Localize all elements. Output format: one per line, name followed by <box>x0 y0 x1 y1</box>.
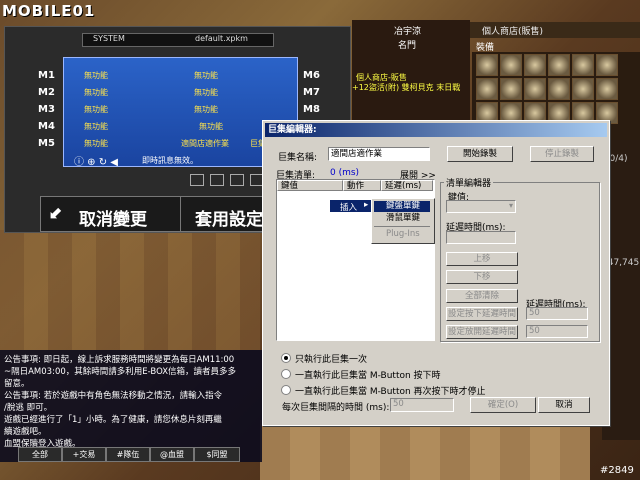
chat-window: 公告事項: 即日起，線上訴求服務時間將變更為每日AM11:00 ~隔日AM03:… <box>0 350 262 462</box>
delay-field[interactable] <box>446 231 516 244</box>
menu-separator <box>374 226 430 227</box>
col-delay[interactable]: 延遲(ms) <box>381 180 433 191</box>
m5-assign[interactable]: 無功能 <box>84 138 108 149</box>
m7-assign[interactable]: 無功能 <box>194 87 218 98</box>
menu-plugins[interactable]: Plug-Ins <box>374 229 430 240</box>
m6-label: M6 <box>303 70 320 81</box>
dialog-titlebar[interactable]: 巨集編輯器: <box>265 123 607 137</box>
profile-file: default.xpkm <box>195 34 248 43</box>
macro-name-field[interactable]: 適間店適作業 <box>328 147 430 161</box>
move-up-button[interactable]: 上移 <box>446 252 518 266</box>
set-press-delay-button[interactable]: 設定按下延遲時間 <box>446 307 518 321</box>
m1-label: M1 <box>38 70 55 81</box>
clear-all-button[interactable]: 全部清除 <box>446 289 518 303</box>
npc-name: 冶宇涼 <box>394 27 422 37</box>
chat-tab-trade[interactable]: +交易 <box>62 447 106 462</box>
chat-line: 公告事項: 即日起，線上訴求服務時間將變更為每日AM11:00 <box>4 355 235 365</box>
submenu-arrow-icon: ▸ <box>364 200 369 210</box>
status-text: 即時訊息無效。 <box>142 156 198 165</box>
key-dropdown[interactable]: ▾ <box>446 200 516 213</box>
m6-assign[interactable]: 無功能 <box>194 70 218 81</box>
m4-label: M4 <box>38 121 55 132</box>
menu-insert[interactable]: 插入 ▸ <box>330 200 372 213</box>
radio-run-until-toggle-label: 一直執行此巨集當 M-Button 再次按下時才停止 <box>295 387 486 397</box>
stop-record-button[interactable]: 停止錄製 <box>530 146 594 162</box>
store-title: 個人商店(販售) <box>482 27 544 37</box>
col-key[interactable]: 鍵值 <box>277 180 343 191</box>
shop-sign-items: +12盜活(附) 雙柯貝克 末日戰 <box>352 83 461 92</box>
m2-assign[interactable]: 無功能 <box>84 87 108 98</box>
m3-assign[interactable]: 無功能 <box>84 104 108 115</box>
m4-assign[interactable]: 無功能 <box>84 121 108 132</box>
menu-insert-label: 插入 <box>340 203 358 213</box>
store-header: 個人商店(販售) <box>470 22 640 38</box>
cancel-button[interactable]: 取消 <box>538 397 590 413</box>
macro-name-label: 巨集名稱: <box>278 153 318 163</box>
chat-line: /脫逃 即可。 <box>4 403 53 413</box>
m9-assign[interactable]: 無功能 <box>199 121 223 132</box>
start-record-button[interactable]: 開始錄製 <box>447 146 513 162</box>
m7-label: M7 <box>303 87 320 98</box>
m5-label: M5 <box>38 138 55 149</box>
apply-settings-button[interactable]: 套用設定 <box>180 196 266 232</box>
chat-tabs: 全部 +交易 #隊伍 @血盟 $同盟 <box>18 447 240 462</box>
m8-assign[interactable]: 無功能 <box>194 104 218 115</box>
floor-tiles-lower <box>260 420 590 480</box>
m3-label: M3 <box>38 104 55 115</box>
press-delay-spin[interactable]: 50 <box>526 307 588 320</box>
cancel-changes-button[interactable]: 取消變更 ⬋ <box>40 196 182 232</box>
interval-field[interactable]: 50 <box>390 398 454 412</box>
apply-settings-label: 套用設定 <box>195 210 263 230</box>
ok-button[interactable]: 確定(O) <box>470 397 536 413</box>
xpk-system-bar: SYSTEM default.xpkm <box>82 33 274 47</box>
m8-label: M8 <box>303 104 320 115</box>
radio-run-while-held[interactable] <box>281 369 291 379</box>
macro-total-time: 0 (ms) <box>330 168 360 178</box>
mobile01-logo: MOBILE01 <box>2 2 96 20</box>
list-editor-label: 清單編輯器 <box>444 176 494 189</box>
radio-run-once[interactable] <box>281 353 291 363</box>
release-delay-spin[interactable]: 50 <box>526 325 588 338</box>
chat-tab-alliance[interactable]: $同盟 <box>194 447 240 462</box>
chat-tab-clan[interactable]: @血盟 <box>150 447 194 462</box>
dropdown-arrow-icon: ▾ <box>508 201 513 210</box>
radio-run-until-toggle[interactable] <box>281 385 291 395</box>
radio-run-once-label: 只執行此巨集一次 <box>295 355 368 365</box>
menu-keyboard-key[interactable]: 鍵盤單鍵 <box>374 201 430 212</box>
cancel-changes-label: 取消變更 <box>79 210 147 230</box>
chat-tab-party[interactable]: #隊伍 <box>106 447 150 462</box>
chat-line: 遊戲已經進行了「1」小時。為了健康，請您休息片刻再繼 <box>4 415 222 425</box>
set-release-delay-button[interactable]: 設定放開延遲時間 <box>446 325 518 339</box>
arrow-icon: ⬋ <box>49 203 64 223</box>
chat-line: 續遊戲吧。 <box>4 427 47 437</box>
interval-label: 每次巨集間隔的時間 (ms): <box>282 403 390 413</box>
m1-assign[interactable]: 無功能 <box>84 70 108 81</box>
chat-line: ~隔日AM03:00，其餘時間請多利用E-BOX信箱，讀者員多多 <box>4 367 237 377</box>
chat-line: 留意。 <box>4 379 30 389</box>
chat-line: 公告事項: 若於遊戲中有角色無法移動之情況，請輸入指令 <box>4 391 223 401</box>
npc-area: 冶宇涼 名門 個人商店-販售 +12盜活(附) 雙柯貝克 末日戰 <box>352 20 470 120</box>
col-action[interactable]: 動作 <box>343 180 381 191</box>
radio-run-while-held-label: 一直執行此巨集當 M-Button 按下時 <box>295 371 441 381</box>
tool-icons[interactable]: ⓘ ⊕ ↻ ◀ <box>74 153 118 168</box>
npc-guild: 名門 <box>398 41 417 51</box>
system-label: SYSTEM <box>93 34 125 43</box>
menu-mouse-key[interactable]: 滑鼠單鍵 <box>374 213 430 224</box>
chat-tab-all[interactable]: 全部 <box>18 447 62 462</box>
floor-tiles <box>0 230 260 350</box>
watermark: #2849 <box>600 465 634 476</box>
dialog-title: 巨集編輯器: <box>268 125 317 135</box>
m2-label: M2 <box>38 87 55 98</box>
m10-assign[interactable]: 適間店適作業 <box>181 138 229 149</box>
insert-submenu: 鍵盤單鍵 滑鼠單鍵 Plug-Ins <box>371 198 435 244</box>
move-down-button[interactable]: 下移 <box>446 270 518 284</box>
